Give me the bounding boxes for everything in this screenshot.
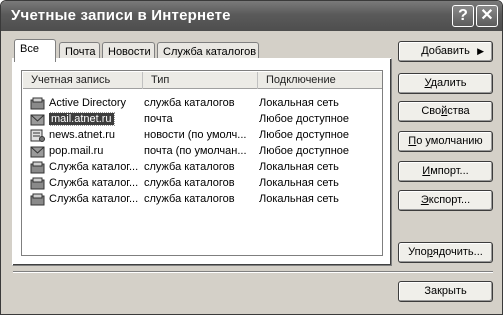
account-connection: Любое доступное [259, 145, 350, 157]
order-button[interactable]: Упорядочить... [398, 242, 493, 263]
export-button[interactable]: Экспорт... [398, 190, 493, 211]
directory-icon [30, 193, 45, 206]
add-label-mnemonic: Д [421, 45, 429, 57]
default-label-post: о умолчанию [416, 135, 483, 147]
properties-label-pre: Сво [421, 105, 442, 117]
list-item[interactable]: pop.mail.ru почта (по умолчан... Любое д… [23, 144, 382, 159]
account-connection: Локальная сеть [259, 97, 339, 109]
account-name: Служба каталог... [49, 177, 139, 189]
set-default-button[interactable]: По умолчанию [398, 131, 493, 152]
accounts-list[interactable]: Учетная запись Тип Подключение Active Di… [21, 70, 383, 256]
account-type: служба каталогов [144, 193, 235, 205]
export-label-post: кспорт... [428, 194, 471, 206]
import-button[interactable]: Импорт... [398, 161, 493, 182]
list-item[interactable]: news.atnet.ru новости (по умолч... Любое… [23, 128, 382, 143]
properties-button[interactable]: Свойства [398, 101, 493, 122]
export-label-mnemonic: Э [420, 194, 429, 206]
account-name: Active Directory [49, 97, 127, 109]
add-label-post: обавить [428, 45, 470, 57]
account-type: служба каталогов [144, 177, 235, 189]
separator [13, 271, 493, 273]
list-item[interactable]: Служба каталог... служба каталогов Локал… [23, 160, 382, 175]
list-item[interactable]: mail.atnet.ru почта Любое доступное [23, 112, 382, 127]
import-label-post: мпорт... [430, 165, 469, 177]
account-type: почта [144, 113, 173, 125]
close-window-button[interactable]: ✕ [476, 5, 498, 27]
account-connection: Локальная сеть [259, 193, 339, 205]
account-connection: Локальная сеть [259, 177, 339, 189]
title-bar[interactable]: Учетные записи в Интернете ? ✕ [1, 1, 502, 31]
mail-icon [30, 114, 45, 126]
list-item[interactable]: Служба каталог... служба каталогов Локал… [23, 192, 382, 207]
mail-icon [30, 146, 45, 158]
submenu-arrow-icon: ▶ [477, 46, 484, 56]
window-title: Учетные записи в Интернете [11, 7, 231, 24]
account-name: mail.atnet.ru [49, 112, 115, 126]
tab-all[interactable]: Все [14, 39, 56, 62]
account-name: pop.mail.ru [49, 145, 104, 157]
account-name: Служба каталог... [49, 161, 139, 173]
add-button[interactable]: Добавить ▶ [398, 41, 493, 62]
account-type: почта (по умолчан... [144, 145, 247, 157]
column-header-account[interactable]: Учетная запись [23, 72, 143, 89]
list-item[interactable]: Служба каталог... служба каталогов Локал… [23, 176, 382, 191]
remove-button[interactable]: Удалить [398, 73, 493, 94]
internet-accounts-dialog: Учетные записи в Интернете ? ✕ Все Почта… [0, 0, 503, 315]
account-name: news.atnet.ru [49, 129, 116, 141]
remove-label-post: далить [430, 77, 467, 89]
account-type: служба каталогов [144, 97, 235, 109]
account-connection: Любое доступное [259, 129, 350, 141]
directory-icon [30, 97, 45, 110]
close-button[interactable]: Закрыть [398, 281, 493, 302]
column-header-type[interactable]: Тип [143, 72, 258, 89]
account-type: служба каталогов [144, 161, 235, 173]
column-header-connection[interactable]: Подключение [258, 72, 382, 89]
order-label-pre: Упо [408, 246, 427, 258]
directory-icon [30, 177, 45, 190]
account-connection: Локальная сеть [259, 161, 339, 173]
account-name: Служба каталог... [49, 193, 139, 205]
account-connection: Любое доступное [259, 113, 350, 125]
list-item[interactable]: Active Directory служба каталогов Локаль… [23, 96, 382, 111]
account-type: новости (по умолч... [144, 129, 247, 141]
news-icon [30, 129, 45, 142]
directory-icon [30, 161, 45, 174]
list-header: Учетная запись Тип Подключение [23, 72, 382, 89]
help-button[interactable]: ? [452, 5, 474, 27]
order-label-post: ядочить... [432, 246, 483, 258]
properties-label-post: ства [447, 105, 470, 117]
